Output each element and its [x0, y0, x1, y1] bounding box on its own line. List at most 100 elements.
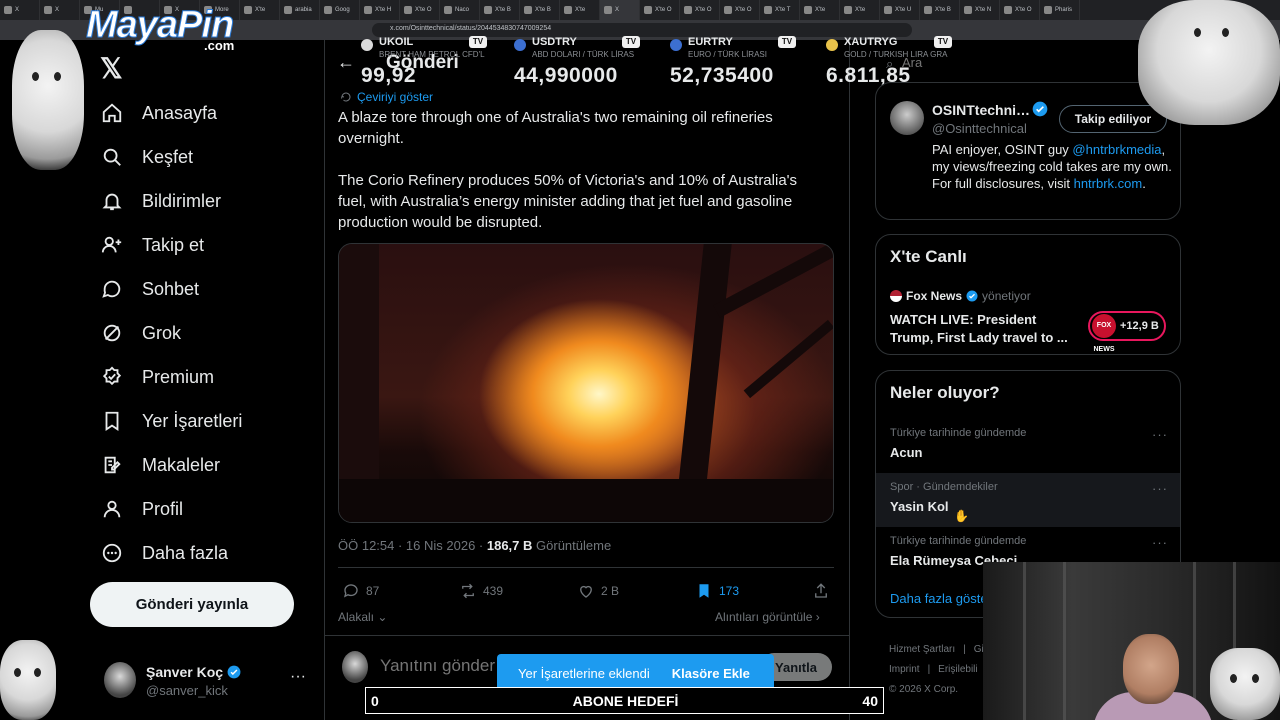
live-listeners-badge[interactable]: FOX NEWS +12,9 B [1088, 311, 1166, 353]
sidebar-item-bookmark[interactable]: Yer İşaretleri [100, 405, 242, 437]
tab-favicon-icon [524, 6, 532, 14]
repost-button[interactable]: 439 [459, 582, 503, 600]
ticker-value: 99,92 [361, 64, 417, 87]
following-button[interactable]: Takip ediliyor [1059, 105, 1167, 133]
post-button[interactable]: Gönderi yayınla [90, 582, 294, 627]
view-quotes-link[interactable]: Alıntıları görüntüle › [715, 610, 820, 624]
account-handle: @sanver_kick [146, 683, 228, 698]
related-filter[interactable]: Alakalı ⌄ [338, 610, 387, 624]
trend-item[interactable]: Spor · Gündemdekiler Yasin Kol ··· [876, 473, 1180, 527]
avatar[interactable] [890, 101, 924, 135]
sidebar-item-label: Grok [142, 322, 182, 343]
tab-favicon-icon [964, 6, 972, 14]
translate-link[interactable]: Çeviriyi göster [340, 90, 433, 104]
browser-tab[interactable]: X'te H [360, 0, 400, 20]
share-button[interactable] [812, 582, 830, 600]
tab-favicon-icon [364, 6, 372, 14]
live-description[interactable]: WATCH LIVE: President Trump, First Lady … [890, 311, 1080, 347]
browser-tab[interactable]: X'te O [640, 0, 680, 20]
browser-tab[interactable]: X'te O [400, 0, 440, 20]
bookmark-filled-icon [699, 584, 709, 598]
browser-tab[interactable]: X'te [240, 0, 280, 20]
section-title: X'te Canlı [890, 247, 967, 266]
mention-link[interactable]: @hntrbrkmedia [1072, 142, 1161, 157]
more-icon [100, 541, 124, 565]
more-icon[interactable]: ··· [1152, 535, 1168, 550]
currency-flag-icon [361, 39, 373, 51]
browser-tab[interactable]: X'te T [760, 0, 800, 20]
browser-tab[interactable]: X'te [800, 0, 840, 20]
browser-tab[interactable]: arabia [280, 0, 320, 20]
like-button[interactable]: 2 B [577, 582, 619, 600]
bookmark-button[interactable]: 173 [695, 582, 739, 600]
tab-favicon-icon [764, 6, 772, 14]
sidebar-item-articles[interactable]: Makaleler [100, 449, 220, 481]
browser-tab[interactable]: Naco [440, 0, 480, 20]
back-arrow-icon[interactable]: ← [337, 52, 355, 73]
tab-title: X'te H [375, 7, 392, 13]
live-card: X'te Canlı Fox News yönetiyor WATCH LIVE… [875, 234, 1181, 355]
x-logo-icon[interactable]: 𝕏 [100, 52, 123, 85]
tab-favicon-icon [444, 6, 452, 14]
tradingview-icon: TV [934, 36, 952, 48]
reply-button[interactable]: 87 [342, 582, 379, 600]
account-name: Şanver Koç [146, 664, 241, 680]
ticker-item: EURTRY EURO / TÜRK LİRASI 52,735400 TV [670, 36, 820, 88]
ticker-value: 44,990000 [514, 64, 618, 87]
address-bar-url[interactable]: x.com/Osinttechnical/status/204453483074… [390, 25, 551, 32]
search-input[interactable] [902, 55, 1102, 70]
account-switcher[interactable]: Şanver Koç @sanver_kick ··· [104, 660, 314, 704]
sidebar-item-bell[interactable]: Bildirimler [100, 185, 221, 217]
tab-favicon-icon [604, 6, 612, 14]
browser-tab[interactable]: X'te B [920, 0, 960, 20]
imprint-link[interactable]: Imprint [889, 664, 920, 675]
tab-title: X'te B [495, 7, 511, 13]
bio-url-link[interactable]: hntrbrk.com [1074, 176, 1143, 191]
chevron-right-icon: › [815, 610, 820, 624]
sidebar-item-more[interactable]: Daha fazla [100, 537, 228, 569]
more-icon[interactable]: ··· [1152, 481, 1168, 496]
reply-input[interactable] [380, 656, 500, 676]
more-icon[interactable]: ··· [290, 668, 306, 686]
trend-item[interactable]: Türkiye tarihinde gündemde Acun ··· [876, 419, 1180, 473]
browser-tab[interactable]: X'te [840, 0, 880, 20]
sidebar-item-home[interactable]: Anasayfa [100, 97, 217, 129]
premium-icon [100, 365, 124, 389]
cat-sticker [1210, 648, 1280, 720]
tab-favicon-icon [244, 6, 252, 14]
browser-tab[interactable]: Goog [320, 0, 360, 20]
show-more-link[interactable]: Daha fazla göster [890, 591, 992, 606]
more-icon[interactable]: ··· [1152, 427, 1168, 442]
browser-tab[interactable]: X'te O [680, 0, 720, 20]
tweet-video[interactable] [338, 243, 834, 523]
sidebar-item-profile[interactable]: Profil [100, 493, 183, 525]
heart-icon [580, 585, 592, 598]
bell-icon [100, 189, 124, 213]
browser-tab[interactable]: X'te B [520, 0, 560, 20]
browser-tab[interactable]: X'te [560, 0, 600, 20]
home-icon [100, 101, 124, 125]
articles-icon [100, 453, 124, 477]
browser-tab[interactable]: X'te O [720, 0, 760, 20]
tab-favicon-icon [484, 6, 492, 14]
browser-tab[interactable]: X'te O [1000, 0, 1040, 20]
sidebar-item-follow[interactable]: Takip et [100, 229, 204, 261]
sidebar-item-chat[interactable]: Sohbet [100, 273, 199, 305]
browser-tab[interactable]: X'te B [480, 0, 520, 20]
cat-sticker [0, 640, 56, 720]
tab-title: X'te [815, 7, 826, 13]
sidebar-item-premium[interactable]: Premium [100, 361, 214, 393]
profile-name[interactable]: OSINTtechni… [932, 102, 1030, 118]
terms-link[interactable]: Hizmet Şartları [889, 644, 955, 655]
tweet-meta: ÖÖ 12:54 · 16 Nis 2026 · 186,7 B Görüntü… [338, 538, 612, 553]
sidebar-item-search[interactable]: Keşfet [100, 141, 193, 173]
sidebar-item-label: Bildirimler [142, 190, 222, 211]
accessibility-link[interactable]: Erişilebili [938, 664, 977, 675]
browser-tab[interactable]: X [600, 0, 640, 20]
sidebar-item-grok[interactable]: Grok [100, 317, 181, 349]
tab-favicon-icon [404, 6, 412, 14]
add-to-folder-button[interactable]: Klasöre Ekle [672, 666, 750, 681]
browser-tab[interactable]: X'te N [960, 0, 1000, 20]
browser-tab[interactable]: Pharis [1040, 0, 1080, 20]
browser-tab[interactable]: X'te U [880, 0, 920, 20]
